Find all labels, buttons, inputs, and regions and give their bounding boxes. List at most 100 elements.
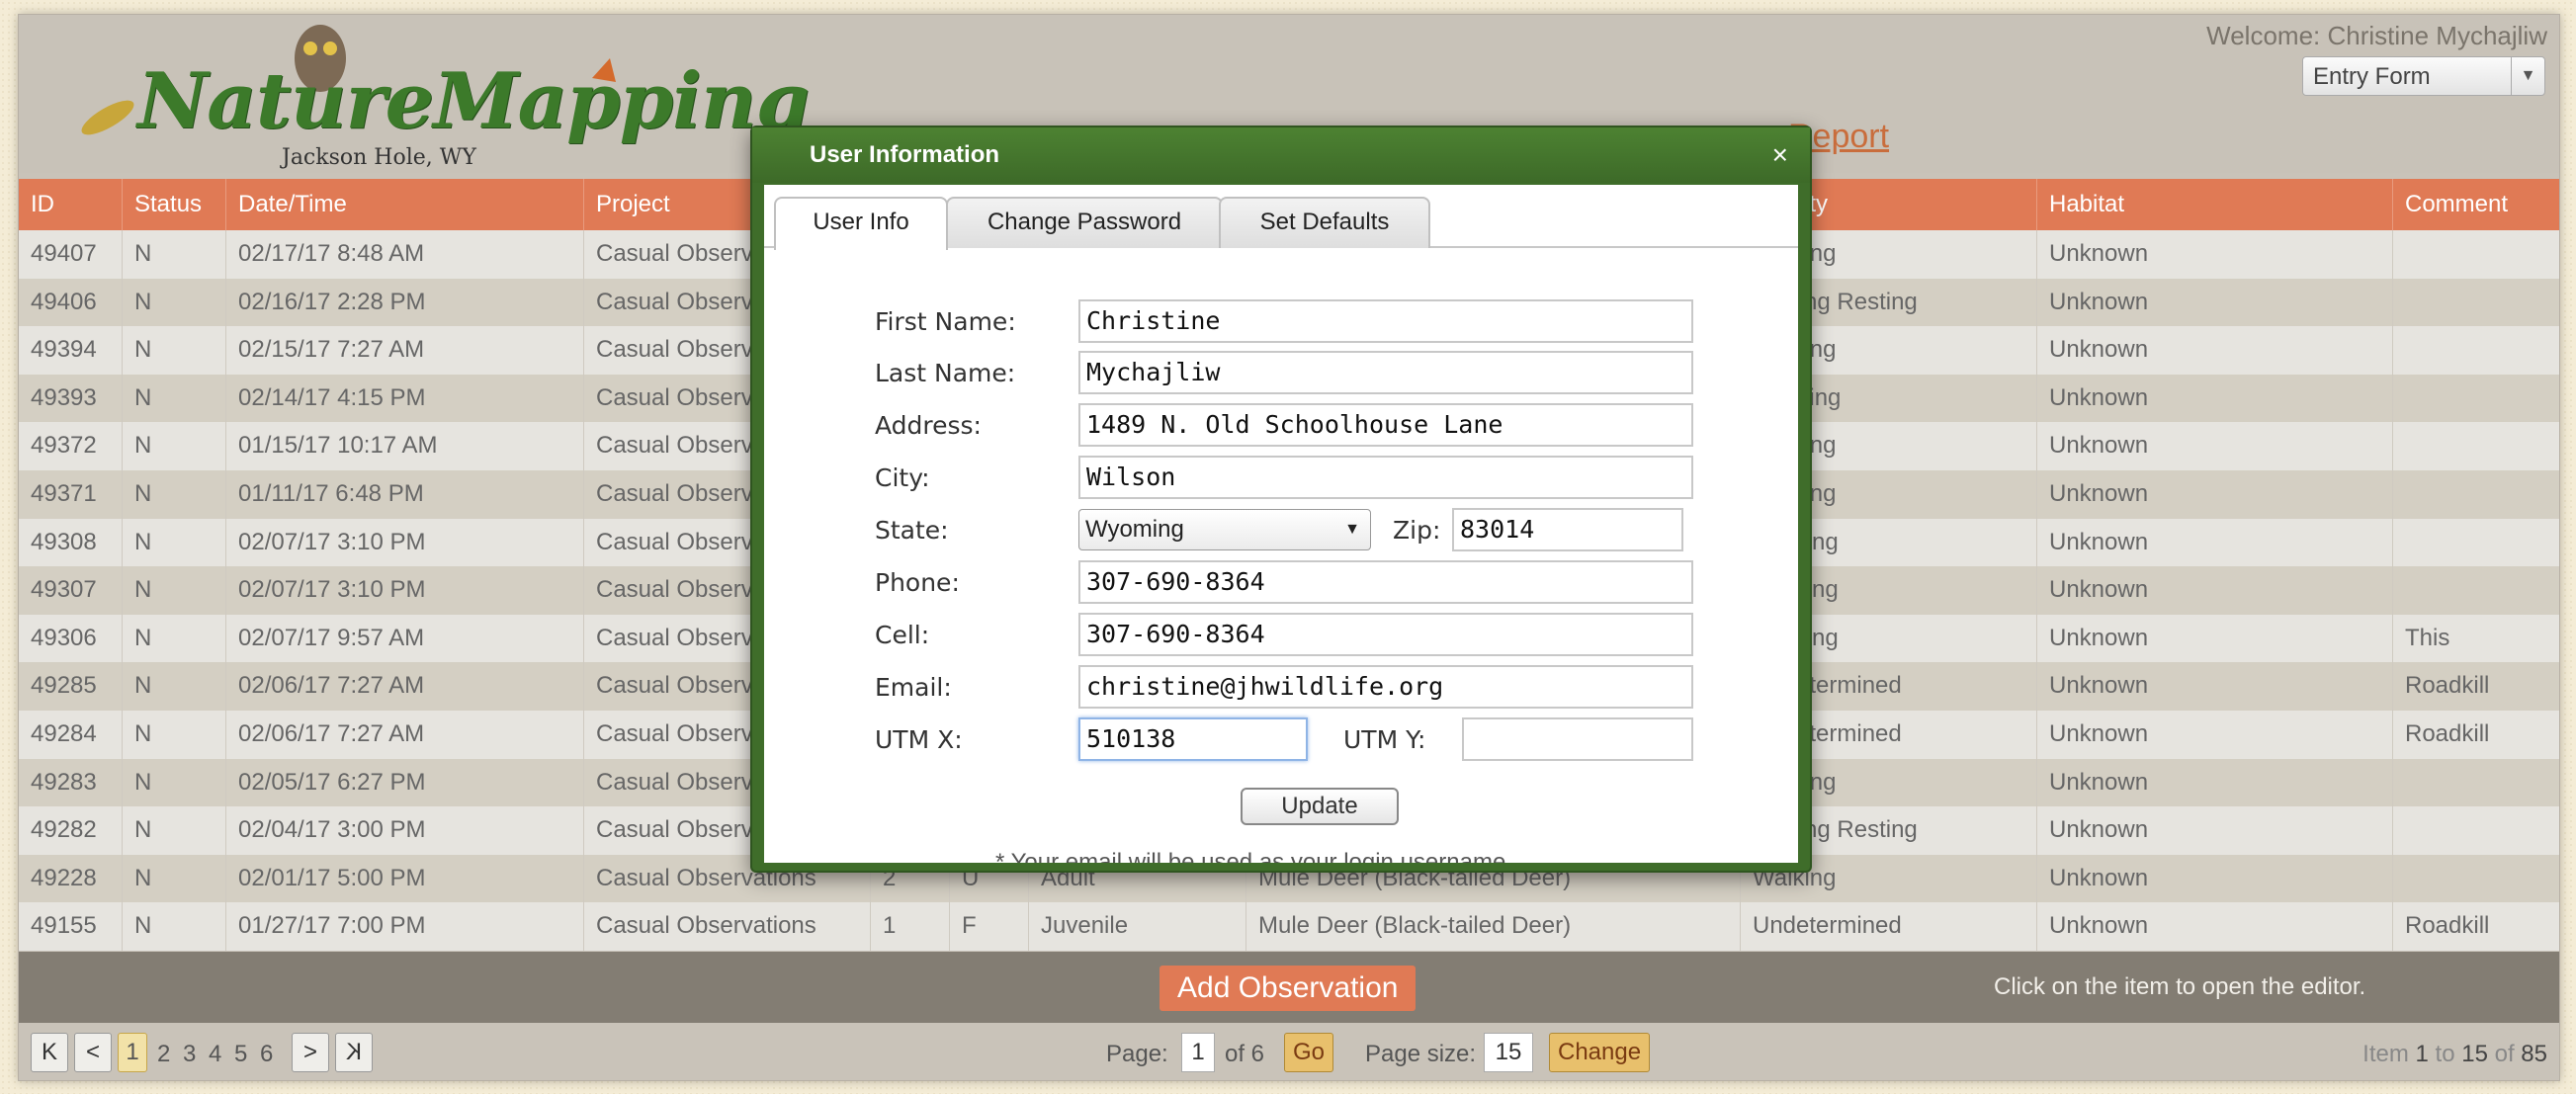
user-info-dialog: User Information × User Info Change Pass…: [750, 126, 1812, 873]
page-size-label: Page size:: [1365, 1041, 1477, 1067]
first-page-button[interactable]: K: [31, 1033, 68, 1072]
cell-species: Mule Deer (Black-tailed Deer): [1246, 902, 1741, 951]
phone-field[interactable]: 307-690-8364: [1078, 560, 1693, 604]
col-habitat[interactable]: Habitat: [2037, 179, 2393, 230]
state-label: State:: [875, 516, 949, 545]
cell-datetime: 02/06/17 7:27 AM: [226, 662, 584, 711]
table-row[interactable]: 49155 N 01/27/17 7:00 PM Casual Observation…: [19, 902, 2559, 951]
cell-id: 49284: [19, 710, 123, 759]
cell-comment: Roadkill: [2393, 902, 2559, 951]
cell-datetime: 02/16/17 2:28 PM: [226, 278, 584, 327]
action-bar: Add Observation Click on the item to ope…: [19, 952, 2559, 1023]
logo-title: NatureMapping: [137, 56, 810, 146]
tab-change-password[interactable]: Change Password: [946, 197, 1223, 248]
cell-datetime: 01/27/17 7:00 PM: [226, 902, 584, 951]
col-id[interactable]: ID: [19, 179, 123, 230]
cell-id: 49371: [19, 469, 123, 519]
email-label: Email:: [875, 673, 952, 702]
cell-id: 49372: [19, 422, 123, 470]
cell-age: Juvenile: [1029, 902, 1246, 951]
utm-y-field[interactable]: [1462, 717, 1693, 761]
go-button[interactable]: Go: [1284, 1033, 1334, 1072]
cell-habitat: Unknown: [2037, 278, 2393, 327]
tab-user-info[interactable]: User Info: [774, 197, 948, 250]
cell-sex: F: [950, 902, 1029, 951]
last-page-button[interactable]: K: [335, 1033, 373, 1072]
page-of-label: of 6: [1225, 1041, 1265, 1067]
editor-hint: Click on the item to open the editor.: [1994, 973, 2366, 1000]
add-observation-button[interactable]: Add Observation: [1159, 966, 1417, 1011]
form-select-value: Entry Form: [2313, 63, 2431, 90]
cell-status: N: [123, 326, 226, 375]
email-field[interactable]: christine@jhwildlife.org: [1078, 665, 1693, 709]
cell-comment: [2393, 279, 2559, 327]
welcome-text: Welcome: Christine Mychajliw: [2206, 21, 2547, 50]
cell-habitat: Unknown: [2037, 614, 2393, 663]
cell-datetime: 02/06/17 7:27 AM: [226, 710, 584, 759]
utm-y-label: UTM Y:: [1343, 725, 1426, 754]
utm-x-label: UTM X:: [875, 725, 963, 754]
page-label: Page:: [1106, 1041, 1168, 1067]
close-icon[interactable]: ×: [1772, 139, 1788, 171]
first-name-field[interactable]: Christine: [1078, 299, 1693, 343]
next-page-button[interactable]: >: [292, 1033, 329, 1072]
cell-status: N: [123, 518, 226, 567]
page-link-2[interactable]: 2: [157, 1041, 170, 1068]
cell-comment: [2393, 422, 2559, 470]
cell-habitat: Unknown: [2037, 662, 2393, 711]
cell-status: N: [123, 854, 226, 903]
page-size-input[interactable]: 15: [1484, 1033, 1533, 1072]
col-comment[interactable]: Comment: [2393, 179, 2559, 230]
cell-comment: [2393, 566, 2559, 615]
cell-id: 49285: [19, 662, 123, 711]
cell-comment: [2393, 470, 2559, 519]
form-select[interactable]: Entry Form ▼: [2302, 56, 2545, 96]
page-link-1[interactable]: 1: [118, 1033, 147, 1072]
page-link-5[interactable]: 5: [234, 1041, 247, 1068]
cell-status: N: [123, 469, 226, 519]
cell-habitat: Unknown: [2037, 326, 2393, 375]
cell-habitat: Unknown: [2037, 422, 2393, 470]
change-button[interactable]: Change: [1549, 1033, 1651, 1072]
state-select-value: Wyoming: [1085, 516, 1184, 543]
cell-id: 49394: [19, 326, 123, 375]
address-field[interactable]: 1489 N. Old Schoolhouse Lane: [1078, 403, 1693, 447]
cell-comment: This: [2393, 615, 2559, 663]
cell-status: N: [123, 374, 226, 423]
cell-id: 49283: [19, 758, 123, 807]
city-field[interactable]: Wilson: [1078, 456, 1693, 499]
dialog-title[interactable]: User Information: [752, 127, 1810, 183]
logo[interactable]: NatureMapping Jackson Hole, WY: [68, 19, 810, 177]
last-name-field[interactable]: Mychajliw: [1078, 351, 1693, 394]
zip-field[interactable]: 83014: [1452, 508, 1683, 551]
cell-datetime: 02/14/17 4:15 PM: [226, 374, 584, 423]
prev-page-button[interactable]: <: [74, 1033, 112, 1072]
cell-project: Casual Observations: [584, 902, 871, 951]
cell-habitat: Unknown: [2037, 566, 2393, 615]
cell-datetime: 02/17/17 8:48 AM: [226, 230, 584, 279]
page-link-3[interactable]: 3: [183, 1041, 196, 1068]
update-button[interactable]: Update: [1241, 788, 1399, 825]
cell-datetime: 02/07/17 9:57 AM: [226, 614, 584, 663]
page-link-6[interactable]: 6: [260, 1041, 273, 1068]
cell-habitat: Unknown: [2037, 374, 2393, 423]
dialog-tabs: User Info Change Password Set Defaults: [764, 185, 1798, 250]
cell-comment: Roadkill: [2393, 662, 2559, 711]
cell-label: Cell:: [875, 621, 930, 649]
utm-x-field[interactable]: 510138: [1078, 717, 1308, 761]
cell-datetime: 02/05/17 6:27 PM: [226, 758, 584, 807]
page-input[interactable]: 1: [1181, 1033, 1215, 1072]
col-datetime[interactable]: Date/Time: [226, 179, 584, 230]
cell-status: N: [123, 662, 226, 711]
cell-id: 49307: [19, 566, 123, 615]
page-link-4[interactable]: 4: [209, 1041, 221, 1068]
item-range: Item 1 to 15 of 85: [2362, 1041, 2547, 1068]
cell-habitat: Unknown: [2037, 469, 2393, 519]
last-name-label: Last Name:: [875, 359, 1016, 387]
col-status[interactable]: Status: [123, 179, 226, 230]
state-select[interactable]: Wyoming ▼: [1078, 509, 1371, 550]
phone-label: Phone:: [875, 568, 960, 597]
tab-set-defaults[interactable]: Set Defaults: [1219, 197, 1430, 248]
cell-status: N: [123, 278, 226, 327]
cell-field[interactable]: 307-690-8364: [1078, 613, 1693, 656]
